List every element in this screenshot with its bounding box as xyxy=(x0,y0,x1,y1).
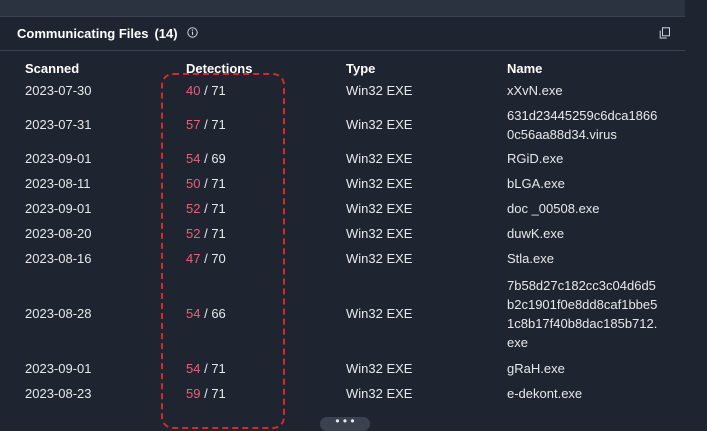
file-name-cell: bLGA.exe xyxy=(507,171,685,196)
scanned-date: 2023-08-20 xyxy=(25,226,92,241)
detections-positives: 59 xyxy=(186,386,201,401)
detections: 52 / 71 xyxy=(186,196,346,221)
detections-positives: 40 xyxy=(186,83,201,98)
file-name-cell: doc _00508.exe xyxy=(507,196,685,221)
file-type: Win32 EXE xyxy=(346,151,413,166)
file-type: Win32 EXE xyxy=(346,83,413,98)
scanned-date: 2023-08-23 xyxy=(25,386,92,401)
file-name-cell: 7b58d27c182cc3c04d6d5b2c1901f0e8dd8caf1b… xyxy=(507,271,685,356)
scanned-date: 2023-08-28 xyxy=(25,306,92,321)
file-type: Win32 EXE xyxy=(346,117,413,132)
info-icon[interactable] xyxy=(187,27,198,38)
scanned-date: 2023-08-16 xyxy=(25,251,92,266)
scanned-date: 2023-07-30 xyxy=(25,83,92,98)
detections-positives: 54 xyxy=(186,151,201,166)
file-name-cell: Stla.exe xyxy=(507,246,685,271)
table-row[interactable]: 2023-07-31 57 / 71 Win32 EXE 631d2344525… xyxy=(0,103,685,146)
table-row[interactable]: 2023-09-01 54 / 71 Win32 EXE gRaH.exe xyxy=(0,356,685,381)
detections-positives: 47 xyxy=(186,251,201,266)
file-type: Win32 EXE xyxy=(346,176,413,191)
file-name-cell: duwK.exe xyxy=(507,221,685,246)
table-row[interactable]: 2023-07-30 40 / 71 Win32 EXE xXvN.exe xyxy=(0,78,685,103)
top-bar xyxy=(0,0,685,17)
detections: 40 / 71 xyxy=(186,78,346,103)
section-title-text: Communicating Files xyxy=(17,26,149,41)
file-name[interactable]: xXvN.exe xyxy=(507,81,663,100)
detections-total: / 71 xyxy=(204,83,226,98)
table-row[interactable]: 2023-09-01 52 / 71 Win32 EXE doc _00508.… xyxy=(0,196,685,221)
column-header-detections[interactable]: Detections xyxy=(186,58,346,78)
file-name-cell: xXvN.exe xyxy=(507,78,685,103)
file-name-cell: gRaH.exe xyxy=(507,356,685,381)
table-row[interactable]: 2023-08-28 54 / 66 Win32 EXE 7b58d27c182… xyxy=(0,271,685,356)
section-count: (14) xyxy=(154,26,178,41)
column-header-scanned[interactable]: Scanned xyxy=(0,58,186,78)
communicating-files-table: Scanned Detections Type Name 2023-07-30 … xyxy=(0,58,685,406)
table-row[interactable]: 2023-08-23 59 / 71 Win32 EXE e-dekont.ex… xyxy=(0,381,685,406)
column-header-name[interactable]: Name xyxy=(507,58,685,78)
detections-total: / 71 xyxy=(204,201,226,216)
file-name-cell: e-dekont.exe xyxy=(507,381,685,406)
detections: 50 / 71 xyxy=(186,171,346,196)
detections-total: / 71 xyxy=(204,361,226,376)
column-header-type[interactable]: Type xyxy=(346,58,507,78)
file-type: Win32 EXE xyxy=(346,251,413,266)
scanned-date: 2023-07-31 xyxy=(25,117,92,132)
section-title: Communicating Files (14) xyxy=(17,26,178,41)
file-type: Win32 EXE xyxy=(346,306,413,321)
table-header-row: Scanned Detections Type Name xyxy=(0,58,685,78)
scanned-date: 2023-08-11 xyxy=(25,176,91,191)
detections-total: / 71 xyxy=(204,117,226,132)
detections-positives: 54 xyxy=(186,361,201,376)
file-type: Win32 EXE xyxy=(346,226,413,241)
detections-total: / 69 xyxy=(204,151,226,166)
detections: 54 / 71 xyxy=(186,356,346,381)
table-row[interactable]: 2023-08-16 47 / 70 Win32 EXE Stla.exe xyxy=(0,246,685,271)
file-type: Win32 EXE xyxy=(346,201,413,216)
detections-positives: 57 xyxy=(186,117,201,132)
detections: 54 / 69 xyxy=(186,146,346,171)
detections: 54 / 66 xyxy=(186,271,346,356)
copy-icon[interactable] xyxy=(659,27,671,39)
file-name[interactable]: Stla.exe xyxy=(507,249,663,268)
detections: 52 / 71 xyxy=(186,221,346,246)
file-name[interactable]: RGiD.exe xyxy=(507,149,663,168)
section-header: Communicating Files (14) xyxy=(0,17,685,51)
detections-total: / 70 xyxy=(204,251,226,266)
scanned-date: 2023-09-01 xyxy=(25,361,92,376)
file-name[interactable]: gRaH.exe xyxy=(507,359,663,378)
detections-total: / 71 xyxy=(204,226,226,241)
detections: 47 / 70 xyxy=(186,246,346,271)
file-name[interactable]: 7b58d27c182cc3c04d6d5b2c1901f0e8dd8caf1b… xyxy=(507,276,663,352)
table-row[interactable]: 2023-09-01 54 / 69 Win32 EXE RGiD.exe xyxy=(0,146,685,171)
file-name[interactable]: doc _00508.exe xyxy=(507,199,663,218)
detections: 59 / 71 xyxy=(186,381,346,406)
detections-total: / 66 xyxy=(204,306,226,321)
file-type: Win32 EXE xyxy=(346,386,413,401)
file-name[interactable]: duwK.exe xyxy=(507,224,663,243)
detections-positives: 50 xyxy=(186,176,201,191)
load-more-button[interactable]: • • • xyxy=(320,415,370,431)
detections-positives: 52 xyxy=(186,226,201,241)
detections-total: / 71 xyxy=(204,176,226,191)
table-row[interactable]: 2023-08-20 52 / 71 Win32 EXE duwK.exe xyxy=(0,221,685,246)
file-name[interactable]: e-dekont.exe xyxy=(507,384,663,403)
right-edge xyxy=(685,0,707,427)
file-type: Win32 EXE xyxy=(346,361,413,376)
scanned-date: 2023-09-01 xyxy=(25,151,92,166)
file-name-cell: RGiD.exe xyxy=(507,146,685,171)
file-name[interactable]: bLGA.exe xyxy=(507,174,663,193)
file-name-cell: 631d23445259c6dca18660c56aa88d34.virus xyxy=(507,103,685,146)
file-name[interactable]: 631d23445259c6dca18660c56aa88d34.virus xyxy=(507,106,663,144)
communicating-files-panel: Communicating Files (14) Scanned Detectio… xyxy=(0,17,685,429)
detections-total: / 71 xyxy=(204,386,226,401)
detections-positives: 54 xyxy=(186,306,201,321)
detections: 57 / 71 xyxy=(186,103,346,146)
detections-positives: 52 xyxy=(186,201,201,216)
table-row[interactable]: 2023-08-11 50 / 71 Win32 EXE bLGA.exe xyxy=(0,171,685,196)
scanned-date: 2023-09-01 xyxy=(25,201,92,216)
